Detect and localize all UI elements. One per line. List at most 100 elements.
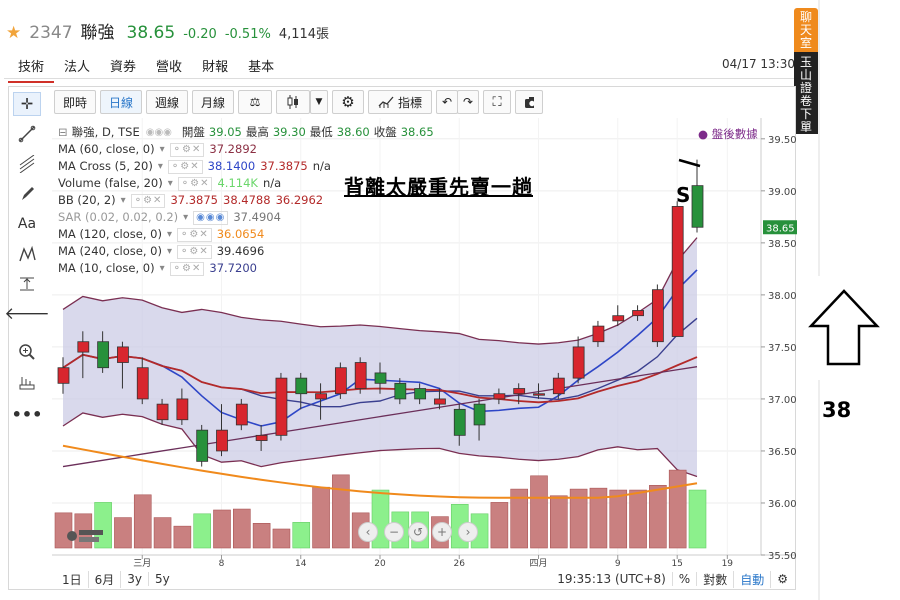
volume-bar — [332, 474, 350, 549]
candle-body — [414, 388, 427, 400]
auto-scale-button[interactable]: 自動 — [734, 570, 772, 588]
annotation-stroke — [678, 158, 701, 168]
range-6m-button[interactable]: 6月 — [89, 570, 122, 588]
legend-controls-icon[interactable]: ⚬⚙✕ — [167, 159, 203, 174]
legend-controls-icon[interactable]: ⚬⚙✕ — [176, 244, 212, 259]
legend-indicator-value: 37.7200 — [209, 261, 257, 275]
legend-controls-icon[interactable]: ⚬⚙✕ — [169, 261, 205, 276]
candle-body — [394, 382, 407, 400]
candle-body — [315, 393, 327, 400]
legend-indicator-row[interactable]: MA (60, close, 0) ▾ ⚬⚙✕ 37.2892 — [58, 141, 434, 158]
volume-bar — [609, 489, 628, 549]
scroll-right-icon[interactable]: › — [458, 522, 478, 542]
range-1d-button[interactable]: 1日 — [56, 570, 89, 588]
legend-indicator-row[interactable]: MA (120, close, 0) ▾ ⚬⚙✕ 36.0654 — [58, 226, 434, 243]
volume-bar — [252, 522, 271, 549]
candle-body — [691, 185, 704, 228]
axis-settings-gear-icon[interactable]: ⚙ — [771, 572, 794, 586]
price-chart[interactable]: 39.50 39.00 38.50 38.00 37.50 37.00 36.50 36.00… — [0, 0, 900, 600]
legend-indicator-name: MA (240, close, 0) — [58, 244, 162, 258]
time-tick-label: 15 — [671, 559, 682, 569]
legend-dropdown-icon[interactable]: ▾ — [160, 141, 165, 158]
last-price-tag: 38.65 — [763, 220, 797, 235]
log-scale-button[interactable]: 對數 — [697, 570, 735, 588]
time-tick-label: 四月 — [529, 558, 547, 569]
legend-controls-icon[interactable]: ⚬⚙✕ — [169, 142, 205, 157]
candle-body — [117, 346, 129, 363]
volume-bar — [213, 509, 231, 549]
legend-indicator-row[interactable]: MA (10, close, 0) ▾ ⚬⚙✕ 37.7200 — [58, 260, 434, 277]
candle-body — [453, 408, 466, 436]
indicator-legend: ⊟ 聯強, D, TSE ◉◉◉ 開盤 39.05 最高 39.30 最低 38… — [58, 124, 434, 277]
time-tick-label: 9 — [615, 559, 621, 569]
legend-dropdown-icon[interactable]: ▾ — [158, 158, 163, 175]
legend-indicator-row[interactable]: SAR (0.02, 0.02, 0.2) ▾ ◉◉◉ 37.4904 — [58, 209, 434, 226]
volume-bar — [688, 489, 707, 549]
ohlc-high: 39.30 — [272, 125, 306, 139]
legend-controls-icon[interactable]: ◉◉◉ — [193, 210, 229, 225]
legend-indicator-value: 39.4696 — [216, 244, 265, 258]
legend-indicator-name: SAR (0.02, 0.02, 0.2) — [58, 210, 179, 224]
legend-indicator-value: 36.2962 — [275, 193, 324, 207]
legend-dropdown-icon[interactable]: ▾ — [167, 243, 172, 260]
volume-bar — [292, 522, 311, 549]
ohlc-open-label: 開盤 — [181, 125, 205, 139]
range-3y-button[interactable]: 3y — [121, 572, 150, 586]
price-tick-label: 37.00 — [768, 395, 797, 406]
legend-dropdown-icon[interactable]: ▾ — [183, 209, 188, 226]
up-arrow-annotation-icon — [808, 289, 880, 366]
legend-controls-icon[interactable]: ⚬⚙✕ — [130, 193, 166, 208]
candle-body — [97, 341, 110, 369]
legend-symbol-row: ⊟ 聯強, D, TSE ◉◉◉ 開盤 39.05 最高 39.30 最低 38… — [58, 124, 434, 141]
legend-indicator-value: 38.4788 — [223, 193, 271, 207]
legend-dropdown-icon[interactable]: ▾ — [121, 192, 126, 209]
price-axis[interactable]: 39.50 39.00 38.50 38.00 37.50 37.00 36.50 36.00… — [761, 135, 797, 562]
volume-bar — [114, 517, 132, 549]
collapse-icon[interactable]: ⊟ — [58, 124, 68, 141]
candle-body — [374, 372, 387, 384]
reset-view-icon[interactable]: ↺ — [408, 522, 428, 542]
ohlc-low-label: 最低 — [309, 125, 333, 139]
candle-body — [235, 403, 248, 426]
candle-body — [216, 429, 228, 452]
legend-controls-icon[interactable]: ⚬⚙✕ — [176, 227, 212, 242]
after-hours-link[interactable]: ● 盤後數據 — [698, 126, 758, 142]
legend-dropdown-icon[interactable]: ▾ — [168, 175, 173, 192]
volume-bar — [649, 484, 667, 549]
candle-body — [354, 362, 367, 389]
candle-body — [334, 367, 347, 395]
zoom-out-icon[interactable]: − — [384, 522, 404, 542]
ohlc-close-label: 收盤 — [373, 125, 397, 139]
candle-body — [176, 398, 189, 421]
legend-indicator-row[interactable]: MA (240, close, 0) ▾ ⚬⚙✕ 39.4696 — [58, 243, 434, 260]
legend-indicator-value: n/a — [262, 176, 282, 190]
legend-dropdown-icon[interactable]: ▾ — [167, 226, 172, 243]
time-tick-label: 19 — [722, 559, 734, 569]
volume-bar — [550, 495, 568, 549]
indicator-rows: MA (60, close, 0) ▾ ⚬⚙✕ 37.2892 MA Cross (5,… — [58, 141, 434, 277]
time-tick-label: 26 — [454, 559, 466, 569]
legend-symbol-controls-icon[interactable]: ◉◉◉ — [146, 124, 172, 141]
candle-body — [671, 206, 684, 337]
volume-bar — [530, 475, 548, 549]
candle-body — [552, 377, 565, 395]
time-tick-label: 三月 — [133, 558, 151, 569]
volume-bar — [133, 494, 152, 549]
volume-bar — [193, 513, 211, 549]
range-5y-button[interactable]: 5y — [149, 572, 176, 586]
price-tick-label: 35.50 — [768, 551, 797, 562]
legend-controls-icon[interactable]: ⚬⚙✕ — [177, 176, 213, 191]
legend-dropdown-icon[interactable]: ▾ — [160, 260, 165, 277]
zoom-in-nav-icon[interactable]: + — [432, 522, 452, 542]
bottom-toolbar: 1日 6月 3y 5y 19:35:13 (UTC+8) % 對數 自動 ⚙ — [56, 569, 794, 589]
price-tick-label: 39.50 — [768, 135, 797, 146]
ohlc-close: 38.65 — [400, 125, 434, 139]
price-tick-label: 36.00 — [768, 499, 797, 510]
price-tick-label: 36.50 — [768, 447, 797, 458]
scroll-left-icon[interactable]: ‹ — [358, 522, 378, 542]
candle-body — [632, 310, 644, 317]
time-axis[interactable]: 三月 8 14 20 26 四月 9 15 19 — [133, 555, 733, 569]
legend-indicator-value: 36.0654 — [216, 227, 265, 241]
percent-scale-button[interactable]: % — [671, 572, 698, 586]
logo-icon — [67, 530, 103, 542]
